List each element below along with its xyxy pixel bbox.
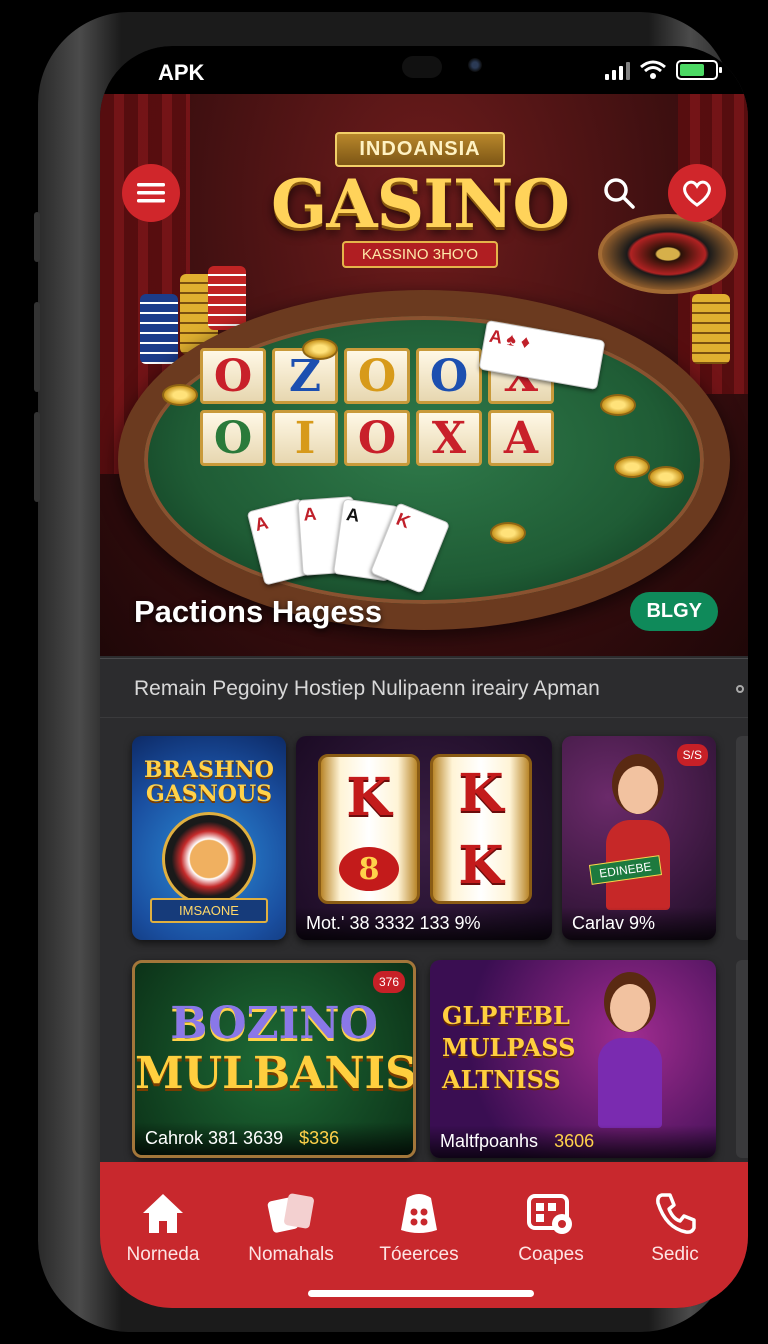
dealer-figure	[590, 978, 670, 1128]
reel-symbol: X	[416, 410, 482, 466]
subtitle-text: Remain Pegoiny Hostiep Nulipaenn ireairy…	[134, 677, 600, 700]
coin	[490, 522, 526, 544]
coin	[302, 338, 338, 360]
tab-label: Coapes	[518, 1244, 584, 1265]
game-corner-badge: 376	[372, 971, 405, 993]
game-tile[interactable]: K 8 K K Mot.' 38 3332 133 9%	[296, 736, 552, 940]
status-label: APK	[158, 60, 205, 85]
search-icon	[604, 178, 635, 209]
tab-cards[interactable]: Nomahals	[236, 1186, 346, 1266]
reel-symbol: K	[458, 762, 504, 824]
volume-down-button	[34, 412, 40, 502]
tab-label: Sedic	[651, 1244, 699, 1265]
game-title: BOZINO MULBANIS	[135, 998, 416, 1099]
battery-icon	[676, 60, 722, 80]
logo-main-text: GASINO	[271, 165, 570, 243]
cards-icon	[267, 1193, 314, 1233]
coin	[614, 456, 650, 478]
notch	[256, 46, 592, 92]
hero-badge[interactable]: BLGY	[630, 592, 718, 631]
tab-home[interactable]: Norneda	[108, 1186, 218, 1266]
home-indicator[interactable]	[308, 1290, 534, 1297]
wifi-icon	[640, 60, 666, 79]
phone-icon	[656, 1193, 696, 1234]
reel-symbol: O	[416, 348, 482, 404]
tab-coupons[interactable]: Coapes	[496, 1186, 606, 1266]
game-tile[interactable]: BRASHNO GASNOUS IMSAONE	[132, 736, 286, 940]
home-icon	[143, 1194, 183, 1233]
chip-stack	[692, 294, 730, 364]
next-tile-edge[interactable]	[736, 960, 748, 1158]
tab-label: Nomahals	[248, 1244, 334, 1265]
coupon-icon	[527, 1194, 572, 1234]
coin	[600, 394, 636, 416]
coin	[162, 384, 198, 406]
tab-dice[interactable]: Tóeerces	[364, 1186, 474, 1266]
dealer-figure	[598, 760, 678, 910]
reel-symbol: O	[344, 348, 410, 404]
bottom-tab-bar: Norneda Nomahals Tóeerces Coapes Sedic	[100, 1162, 748, 1308]
heart-icon	[683, 180, 711, 207]
screen: APK INDOANSIA GASINO KASSINO 3HO'O O Z O…	[100, 46, 748, 1308]
hamburger-icon	[137, 183, 165, 203]
reel-symbol: A	[488, 410, 554, 466]
chip-stack	[208, 266, 246, 330]
section-subtitle: Remain Pegoiny Hostiep Nulipaenn ireairy…	[100, 658, 748, 718]
game-tile[interactable]: GLPFEBL MULPASS ALTNISS Maltfpoanhs 3606	[430, 960, 716, 1158]
search-button[interactable]	[590, 164, 648, 222]
tab-support[interactable]: Sedic	[620, 1186, 730, 1266]
game-ribbon: IMSAONE	[150, 898, 268, 923]
reel-symbol: O	[200, 348, 266, 404]
casino-logo: INDOANSIA GASINO KASSINO 3HO'O	[270, 132, 570, 268]
front-camera	[468, 58, 482, 72]
chip-stack	[140, 294, 178, 364]
next-tile-edge[interactable]	[736, 736, 748, 940]
reel-symbol: K	[346, 766, 392, 828]
roulette-wheel	[598, 214, 738, 294]
volume-up-button	[34, 302, 40, 392]
phone-frame: APK INDOANSIA GASINO KASSINO 3HO'O O Z O…	[34, 12, 748, 1332]
tab-label: Tóeerces	[379, 1244, 459, 1265]
game-title: BRASHNO GASNOUS	[144, 757, 274, 807]
game-tile[interactable]: EDINEBE S/S Carlav 9%	[562, 736, 716, 940]
game-title: GLPFEBL MULPASS ALTNISS	[442, 1001, 576, 1094]
favorites-button[interactable]	[668, 164, 726, 222]
signal-icon	[605, 60, 630, 80]
reel-symbol: K	[458, 834, 504, 896]
reel-symbol: O	[344, 410, 410, 466]
reel-symbol: I	[272, 410, 338, 466]
dog-emblem-icon	[162, 812, 256, 906]
game-caption: Carlav 9%	[562, 907, 716, 940]
game-caption: Maltfpoanhs 3606	[430, 1125, 716, 1158]
logo-sub-text: KASSINO 3HO'O	[341, 241, 499, 268]
menu-button[interactable]	[122, 164, 180, 222]
coin	[648, 466, 684, 488]
tab-label: Norneda	[126, 1244, 200, 1265]
reel-symbol: 8	[339, 847, 399, 892]
logo-top-text: INDOANSIA	[335, 132, 505, 167]
dice-icon	[401, 1194, 437, 1233]
reel-symbol: O	[200, 410, 266, 466]
game-tile[interactable]: BOZINO MULBANIS 376 Cahrok 381 3639 $336	[132, 960, 416, 1158]
hero-banner[interactable]: INDOANSIA GASINO KASSINO 3HO'O O Z O O O…	[100, 94, 748, 656]
game-caption: Mot.' 38 3332 133 9%	[296, 907, 552, 940]
game-corner-badge: S/S	[676, 744, 708, 766]
mute-switch	[34, 212, 40, 262]
game-caption: Cahrok 381 3639 $336	[135, 1122, 413, 1155]
hero-title: Pactions Hagess	[134, 594, 383, 629]
